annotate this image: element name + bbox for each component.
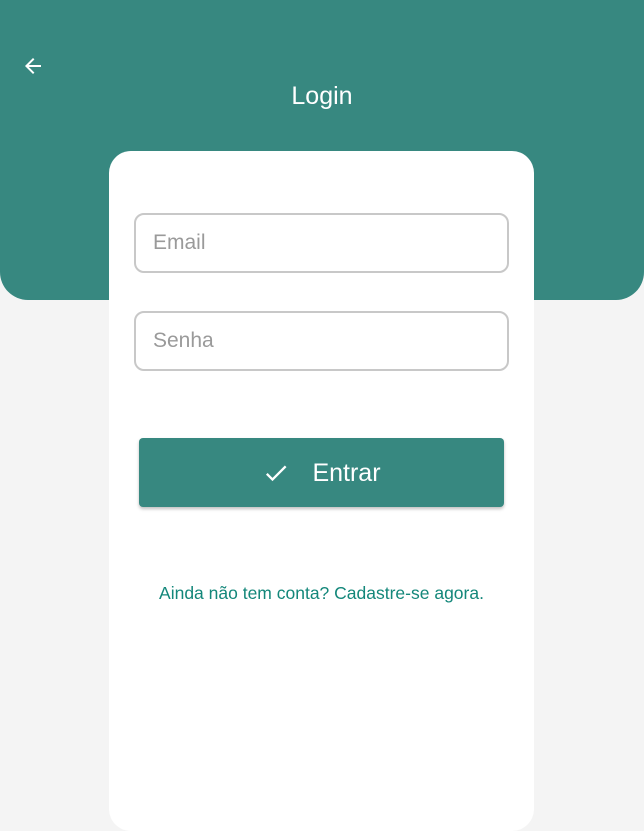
- password-input[interactable]: [136, 313, 507, 369]
- signup-link[interactable]: Ainda não tem conta? Cadastre-se agora.: [109, 581, 534, 605]
- email-field: [134, 213, 509, 273]
- password-field: [134, 311, 509, 371]
- page-title: Login: [291, 82, 353, 110]
- email-input[interactable]: [136, 215, 507, 271]
- login-card: Entrar Ainda não tem conta? Cadastre-se …: [109, 151, 534, 831]
- arrow-left-icon: [25, 58, 41, 74]
- login-button-label: Entrar: [312, 458, 381, 487]
- login-button[interactable]: Entrar: [139, 438, 504, 507]
- check-icon: [262, 459, 290, 487]
